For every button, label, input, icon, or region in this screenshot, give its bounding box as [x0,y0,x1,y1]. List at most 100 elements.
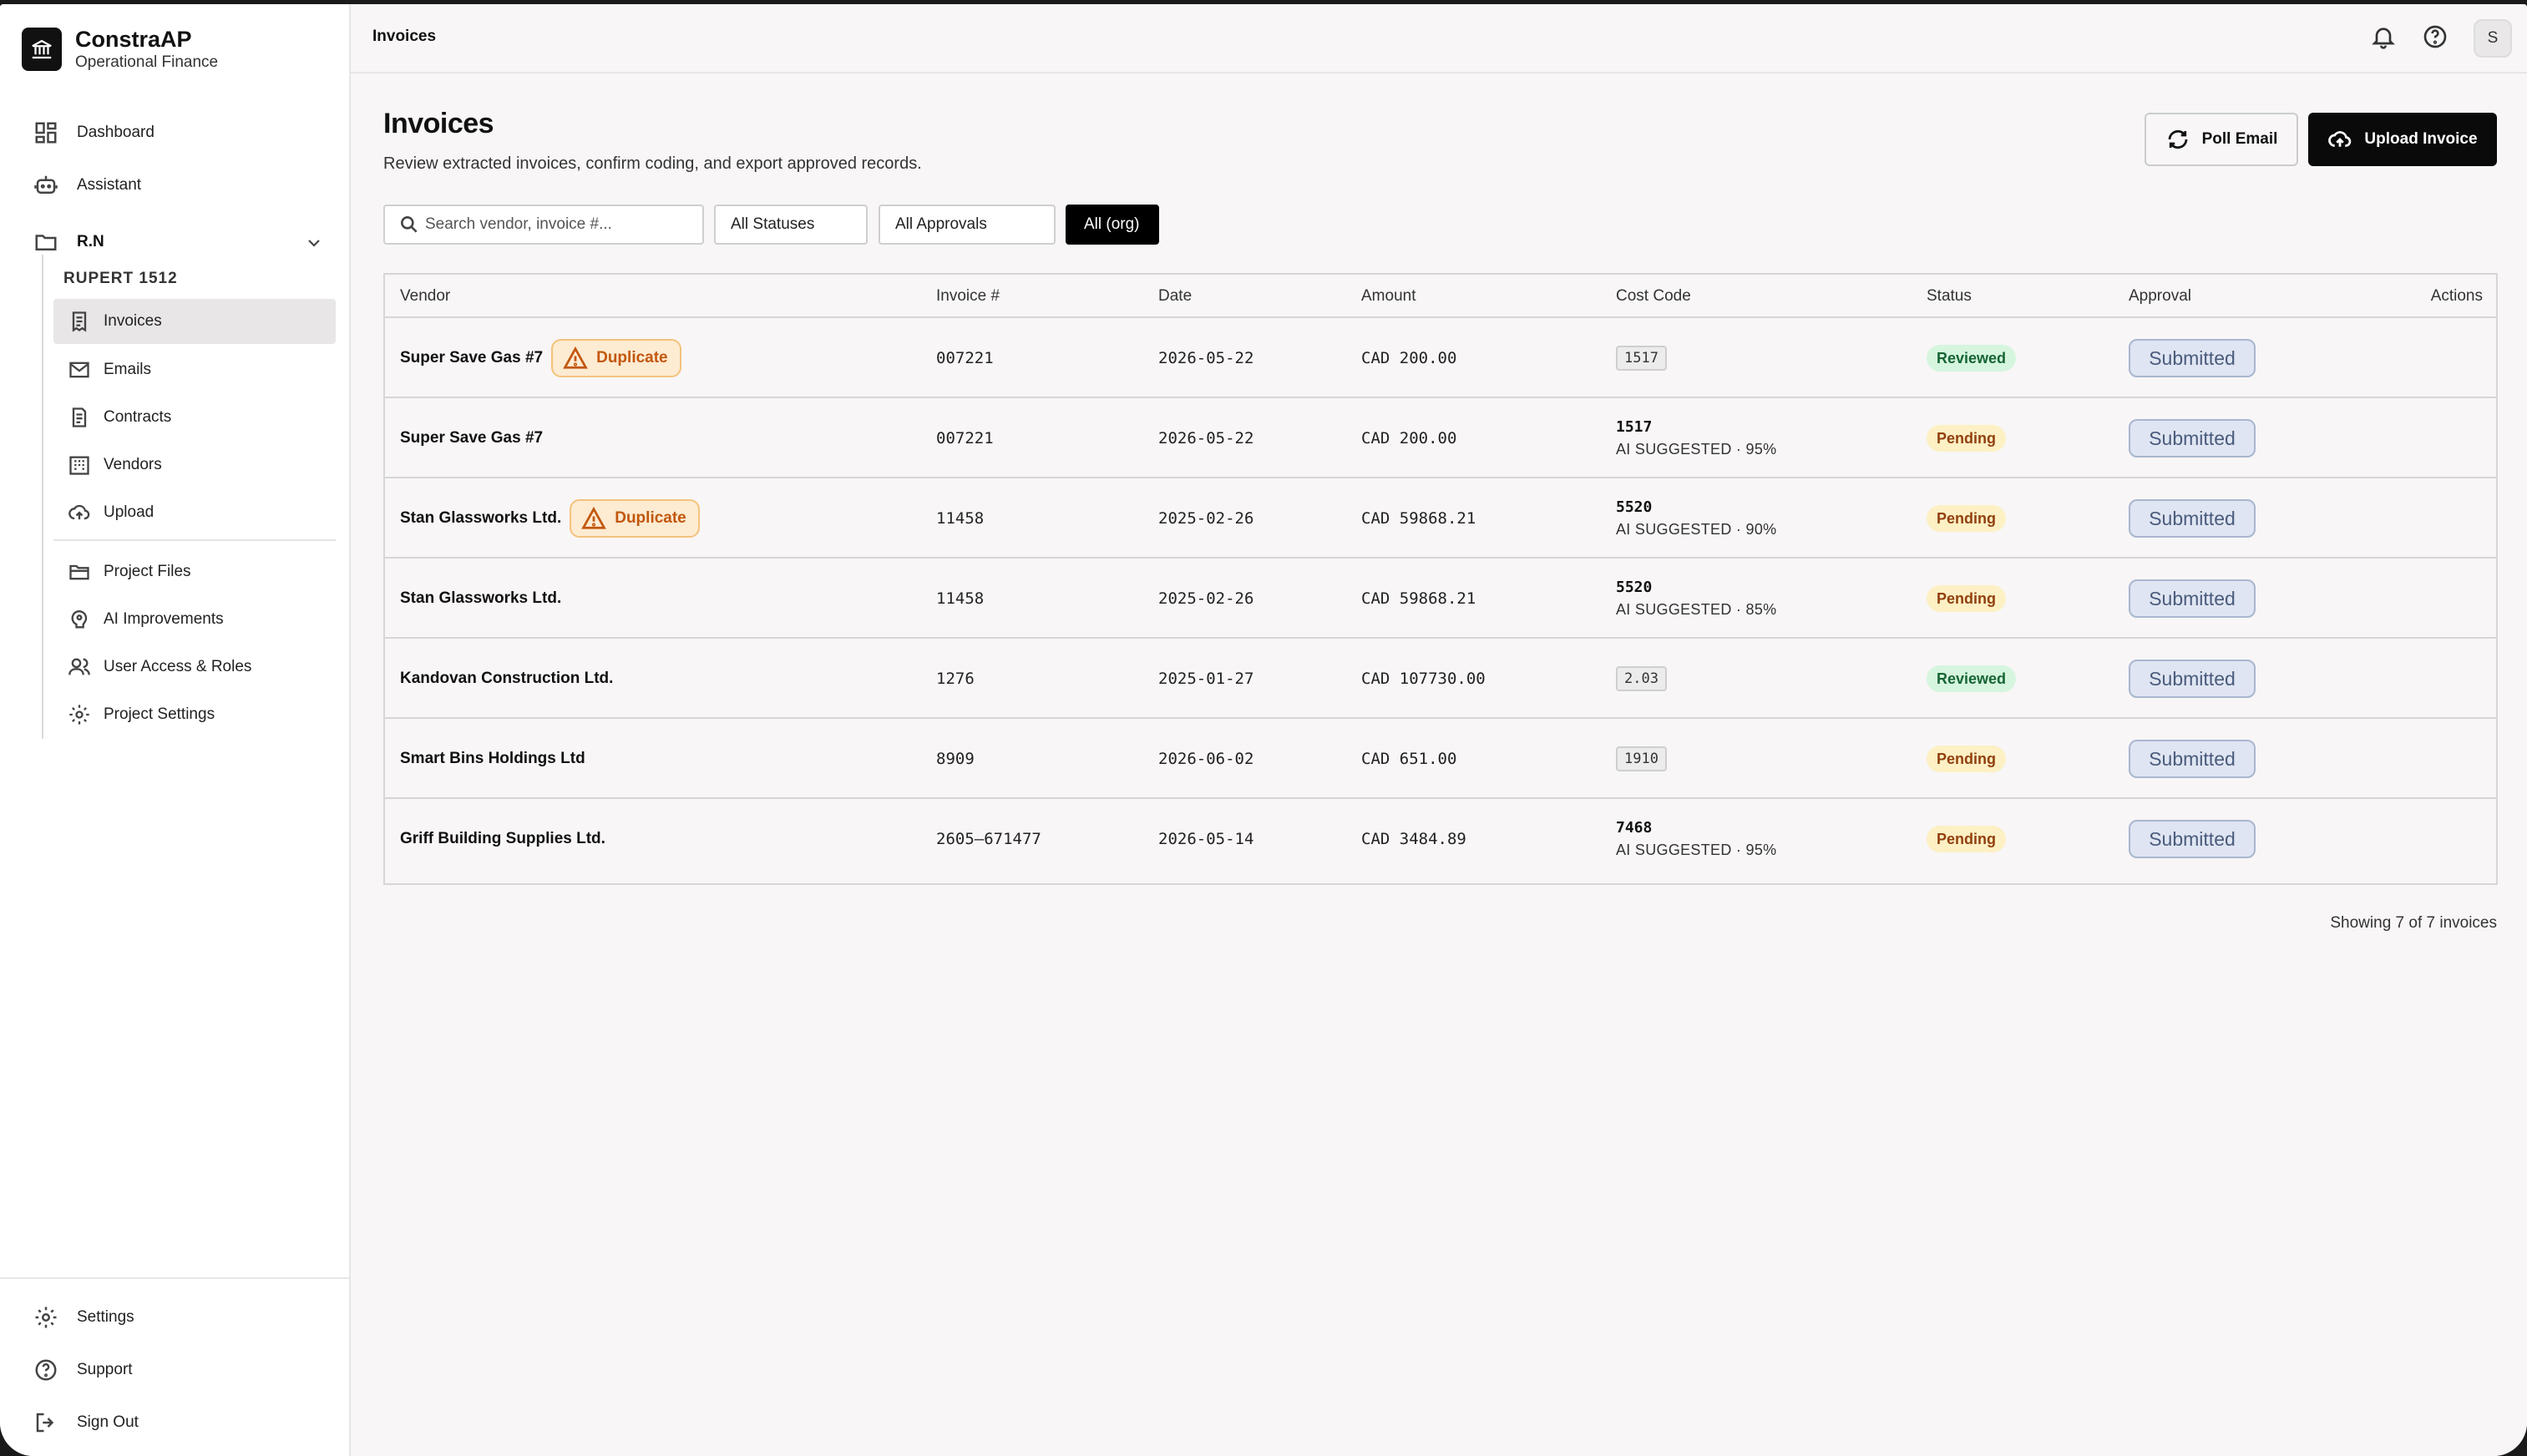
status-cell: Pending [1927,478,2006,559]
sidebar-item-project-settings[interactable]: Project Settings [53,692,336,737]
sidebar-item-upload[interactable]: Upload [53,490,336,535]
search-input[interactable]: Search vendor, invoice #... [383,205,704,245]
vendor-cell[interactable]: Stan Glassworks Ltd. Duplicate [400,478,700,559]
sidebar-item-user-access[interactable]: User Access & Roles [53,645,336,690]
header-approval[interactable]: Approval [2129,287,2191,306]
status-cell: Pending [1927,719,2006,799]
invoice-table: Vendor Invoice # Date Amount Cost Code S… [383,273,2498,885]
nav-sign-out-label: Sign Out [77,1413,139,1431]
cost-code-cell[interactable]: 2.03 [1616,639,1667,719]
table-row[interactable]: Super Save Gas #7 Duplicate 007221 2026-05-… [385,318,2496,398]
vendor-cell[interactable]: Super Save Gas #7 Duplicate [400,318,681,398]
scope-filter[interactable]: All (org) [1066,205,1159,245]
users-icon [67,655,92,680]
table-row[interactable]: Griff Building Supplies Ltd. 2605–671477 2… [385,799,2496,879]
project-selector[interactable]: R.N [32,223,324,261]
sidebar-item-label: Invoices [104,312,162,330]
sidebar-item-contracts[interactable]: Contracts [53,395,336,440]
cost-code-cell[interactable]: 5520 AI SUGGESTED · 90% [1616,478,1776,559]
sidebar: ConstraAP Operational Finance Dashboard … [0,4,351,1456]
invoice-amount: CAD 59868.21 [1361,589,1476,608]
sidebar-item-ai-improvements[interactable]: AI Improvements [53,597,336,642]
approval-cell: Submitted [2129,639,2256,719]
contract-icon [67,405,92,430]
avatar[interactable]: S [2474,19,2512,58]
cost-code-cell[interactable]: 7468 AI SUGGESTED · 95% [1616,799,1776,879]
vendor-cell[interactable]: Smart Bins Holdings Ltd [400,719,585,799]
status-badge: Pending [1927,826,2006,852]
status-cell: Reviewed [1927,318,2017,398]
vendor-name[interactable]: Griff Building Supplies Ltd. [400,830,605,848]
vendor-cell[interactable]: Stan Glassworks Ltd. [400,559,561,639]
sidebar-item-project-files[interactable]: Project Files [53,549,336,594]
brand[interactable]: ConstraAP Operational Finance [0,4,349,73]
help-icon[interactable] [2422,23,2449,54]
status-filter[interactable]: All Statuses [714,205,868,245]
duplicate-badge[interactable]: Duplicate [551,339,681,377]
header-vendor[interactable]: Vendor [400,287,450,306]
poll-email-button[interactable]: Poll Email [2145,113,2298,166]
sidebar-item-emails[interactable]: Emails [53,347,336,392]
vendor-name[interactable]: Kandovan Construction Ltd. [400,670,613,688]
sidebar-item-invoices[interactable]: Invoices [53,299,336,344]
approval-filter[interactable]: All Approvals [879,205,1056,245]
table-row[interactable]: Kandovan Construction Ltd. 1276 2025-01-27… [385,639,2496,719]
bell-icon[interactable] [2370,23,2397,54]
approval-badge[interactable]: Submitted [2129,419,2256,458]
header-amount[interactable]: Amount [1361,287,1415,306]
invoice-date: 2026-05-14 [1158,830,1254,848]
cost-code-cell[interactable]: 5520 AI SUGGESTED · 85% [1616,559,1776,639]
duplicate-badge[interactable]: Duplicate [570,499,700,538]
cost-code: 5520 [1616,498,1653,516]
nav-dashboard[interactable]: Dashboard [32,112,154,154]
status-cell: Reviewed [1927,639,2017,719]
nav-support[interactable]: Support [32,1349,133,1391]
header-status[interactable]: Status [1927,287,1972,306]
header-cost-code[interactable]: Cost Code [1616,287,1691,306]
vendor-name[interactable]: Stan Glassworks Ltd. [400,589,561,608]
nav-sign-out[interactable]: Sign Out [32,1402,139,1443]
ai-suggested-label: AI SUGGESTED · 90% [1616,521,1777,538]
approval-badge[interactable]: Submitted [2129,740,2256,778]
approval-badge[interactable]: Submitted [2129,660,2256,698]
status-badge: Reviewed [1927,345,2017,372]
approval-badge[interactable]: Submitted [2129,499,2256,538]
gear-icon [32,1303,60,1332]
page-title: Invoices [383,108,494,139]
page-description: Review extracted invoices, confirm codin… [383,154,922,173]
table-row[interactable]: Stan Glassworks Ltd. 11458 2025-02-26 CAD 5… [385,559,2496,639]
cost-code-cell[interactable]: 1517 AI SUGGESTED · 95% [1616,398,1776,478]
upload-invoice-button[interactable]: Upload Invoice [2308,113,2497,166]
table-row[interactable]: Super Save Gas #7 007221 2026-05-22 CAD 200… [385,398,2496,478]
vendor-cell[interactable]: Kandovan Construction Ltd. [400,639,613,719]
vendor-name[interactable]: Smart Bins Holdings Ltd [400,750,585,768]
status-badge: Reviewed [1927,665,2017,692]
help-icon [32,1356,60,1384]
sidebar-item-vendors[interactable]: Vendors [53,442,336,488]
ai-icon [67,607,92,632]
vendor-name[interactable]: Super Save Gas #7 [400,349,543,367]
approval-badge[interactable]: Submitted [2129,579,2256,618]
vendor-name[interactable]: Stan Glassworks Ltd. [400,509,561,528]
nav-settings-label: Settings [77,1308,134,1326]
chevron-down-icon[interactable] [304,233,324,258]
approval-badge[interactable]: Submitted [2129,339,2256,377]
building-icon [67,452,92,478]
topbar-title: Invoices [372,28,437,45]
vendor-cell[interactable]: Griff Building Supplies Ltd. [400,799,605,879]
invoice-number: 11458 [936,509,985,528]
invoice-amount: CAD 651.00 [1361,750,1457,768]
table-row[interactable]: Stan Glassworks Ltd. Duplicate 11458 2025-0… [385,478,2496,559]
table-row[interactable]: Smart Bins Holdings Ltd 8909 2026-06-02 CAD… [385,719,2496,799]
cost-code-cell[interactable]: 1910 [1616,719,1667,799]
cost-code-cell[interactable]: 1517 [1616,318,1667,398]
vendor-cell[interactable]: Super Save Gas #7 [400,398,543,478]
invoice-date: 2025-02-26 [1158,509,1254,528]
robot-icon [32,171,60,200]
nav-settings[interactable]: Settings [32,1297,134,1338]
vendor-name[interactable]: Super Save Gas #7 [400,429,543,447]
header-date[interactable]: Date [1158,287,1192,306]
nav-assistant[interactable]: Assistant [32,164,141,206]
header-invoice[interactable]: Invoice # [936,287,1000,306]
approval-badge[interactable]: Submitted [2129,820,2256,858]
